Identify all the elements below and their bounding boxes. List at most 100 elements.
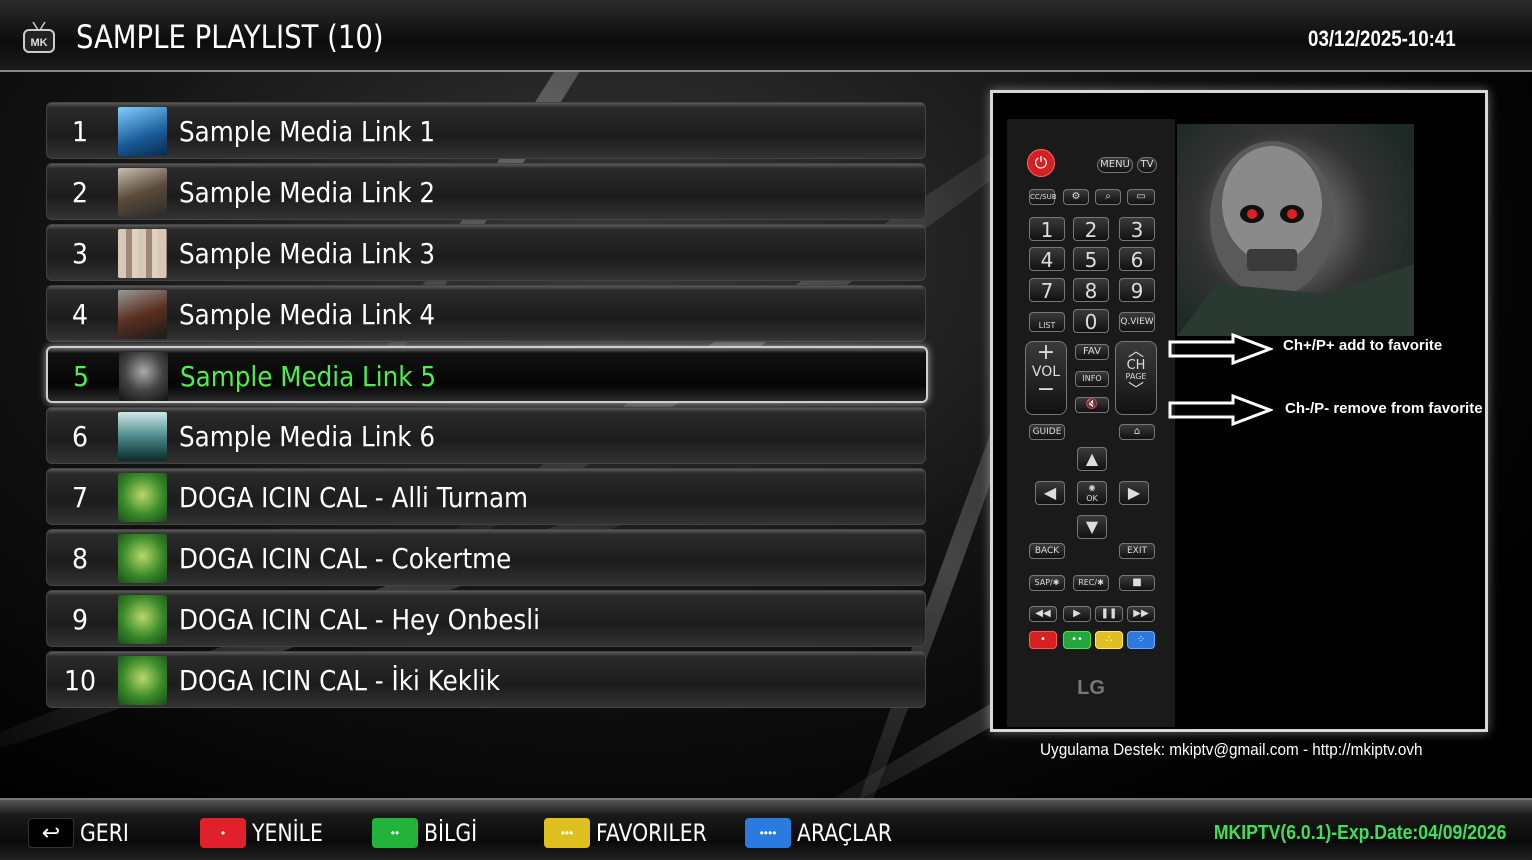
remote-fav-label: FAV: [1075, 344, 1109, 360]
tools-label: ARAÇLAR: [797, 819, 893, 847]
row-number: 7: [71, 481, 89, 514]
remote-volume-rocker: + VOL −: [1025, 341, 1067, 415]
playlist-row[interactable]: 2 Sample Media Link 2: [46, 163, 926, 220]
remote-search-icon: ⌕: [1095, 189, 1121, 205]
playlist-row[interactable]: 6 Sample Media Link 6: [46, 407, 926, 464]
selected-item-poster: [1177, 124, 1414, 336]
version-info: MKIPTV(6.0.1)-Exp.Date:04/09/2026: [1213, 822, 1506, 844]
remote-red-key-icon: •: [1029, 631, 1057, 649]
header-bar: MK SAMPLE PLAYLIST (10) 03/12/2025-10:41: [0, 0, 1532, 72]
green-key-icon: ••: [372, 818, 418, 848]
row-title: DOGA ICIN CAL - Cokertme: [179, 542, 512, 575]
red-key-icon: •: [200, 818, 246, 848]
add-favorite-note: Ch+/P+ add to favorite: [1283, 337, 1443, 354]
remote-brand-label: LG: [1077, 677, 1105, 699]
remote-digit-9: 9: [1119, 278, 1155, 303]
svg-text:MK: MK: [30, 37, 47, 49]
remote-ok-label: ◉ OK: [1077, 481, 1107, 505]
remote-info-label: INFO: [1075, 371, 1109, 387]
page-title: SAMPLE PLAYLIST (10): [76, 18, 384, 56]
remote-digit-0: 0: [1073, 309, 1109, 334]
remote-down-icon: ▼: [1077, 515, 1107, 539]
remote-mute-icon: 🔇: [1075, 397, 1109, 413]
support-contact: Uygulama Destek: mkiptv@gmail.com - http…: [1040, 740, 1423, 759]
row-title: Sample Media Link 3: [179, 237, 436, 270]
remote-digit-8: 8: [1073, 278, 1109, 303]
remote-pause-icon: ❚❚: [1095, 606, 1123, 622]
remote-yellow-key-icon: ∴: [1095, 631, 1123, 649]
row-title: Sample Media Link 2: [179, 176, 436, 209]
row-thumbnail: [118, 595, 167, 644]
row-thumbnail: [118, 534, 167, 583]
remote-ccsub-label: CC/SUB: [1029, 189, 1057, 205]
favorites-button[interactable]: ••• FAVORILER: [544, 818, 726, 848]
back-button[interactable]: ↩ GERI: [28, 818, 138, 848]
row-number: 4: [71, 298, 89, 331]
playlist-row[interactable]: 1 Sample Media Link 1: [46, 102, 926, 159]
remote-digit-7: 7: [1029, 278, 1065, 303]
playlist-row[interactable]: 3 Sample Media Link 3: [46, 224, 926, 281]
row-title: DOGA ICIN CAL - Alli Turnam: [179, 481, 529, 514]
refresh-label: YENİLE: [252, 819, 323, 847]
remote-digit-6: 6: [1119, 247, 1155, 272]
row-title: Sample Media Link 5: [180, 360, 437, 393]
playlist-row[interactable]: 7 DOGA ICIN CAL - Alli Turnam: [46, 468, 926, 525]
remote-green-key-icon: ••: [1063, 631, 1091, 649]
remote-blue-key-icon: ⁘: [1127, 631, 1155, 649]
remote-back-label: BACK: [1029, 543, 1065, 559]
remote-sap-label: SAP/✱: [1029, 575, 1065, 591]
remote-home-icon: ⌂: [1119, 424, 1155, 440]
remote-menu-label: MENU: [1097, 157, 1133, 173]
remote-digit-2: 2: [1073, 217, 1109, 242]
remote-forward-icon: ▶▶: [1127, 606, 1155, 622]
row-number: 3: [71, 237, 89, 270]
blue-key-icon: ••••: [745, 818, 791, 848]
row-thumbnail: [118, 473, 167, 522]
playlist-row[interactable]: 8 DOGA ICIN CAL - Cokertme: [46, 529, 926, 586]
row-title: DOGA ICIN CAL - İki Keklik: [179, 664, 501, 697]
power-button-icon: ⏻: [1027, 149, 1055, 177]
row-number: 1: [71, 115, 89, 148]
remote-settings-icon: ⚙: [1063, 189, 1089, 205]
row-title: Sample Media Link 1: [179, 115, 436, 148]
row-number: 9: [71, 603, 89, 636]
yellow-key-icon: •••: [544, 818, 590, 848]
row-number: 10: [63, 664, 97, 697]
remote-rewind-icon: ◀◀: [1029, 606, 1057, 622]
remote-ch-label: CH: [1126, 358, 1146, 373]
remote-qview-label: Q.VIEW: [1119, 312, 1155, 332]
tools-button[interactable]: •••• ARAÇLAR: [745, 818, 909, 848]
remote-input-icon: ▭: [1127, 189, 1155, 205]
remote-digit-4: 4: [1029, 247, 1065, 272]
remote-right-icon: ▶: [1119, 481, 1149, 505]
preview-panel: ⏻ MENU TV CC/SUB ⚙ ⌕ ▭ 123 456 7890 LIST Q…: [990, 90, 1488, 732]
row-thumbnail: [118, 168, 167, 217]
row-thumbnail: [118, 107, 167, 156]
remote-rec-label: REC/✱: [1073, 575, 1109, 591]
remote-stop-icon: ■: [1119, 575, 1155, 591]
info-button[interactable]: •• BİLGİ: [372, 818, 487, 848]
playlist-row[interactable]: 5 Sample Media Link 5: [46, 346, 928, 403]
row-thumbnail: [118, 290, 167, 339]
back-arrow-icon: ↩: [28, 818, 74, 848]
playlist: 1 Sample Media Link 1 2 Sample Media Link 2…: [46, 102, 928, 712]
playlist-row[interactable]: 4 Sample Media Link 4: [46, 285, 926, 342]
refresh-button[interactable]: • YENİLE: [200, 818, 335, 848]
remote-left-icon: ◀: [1035, 481, 1065, 505]
remove-favorite-note: Ch-/P- remove from favorite: [1285, 400, 1483, 417]
row-thumbnail: [118, 229, 167, 278]
remote-guide-label: GUIDE: [1029, 424, 1065, 440]
playlist-row[interactable]: 10 DOGA ICIN CAL - İki Keklik: [46, 651, 926, 708]
row-number: 5: [72, 360, 90, 393]
footer-bar: ↩ GERI • YENİLE •• BİLGİ ••• FAVORILER •…: [0, 798, 1532, 860]
row-number: 6: [71, 420, 89, 453]
row-title: DOGA ICIN CAL - Hey Onbesli: [179, 603, 540, 636]
remote-list-label: LIST: [1029, 312, 1065, 332]
remote-channel-rocker: ︿ CH PAGE ﹀: [1115, 341, 1157, 415]
row-thumbnail: [119, 352, 168, 401]
row-title: Sample Media Link 4: [179, 298, 436, 331]
remote-digit-5: 5: [1073, 247, 1109, 272]
row-number: 2: [71, 176, 89, 209]
playlist-row[interactable]: 9 DOGA ICIN CAL - Hey Onbesli: [46, 590, 926, 647]
row-thumbnail: [118, 656, 167, 705]
